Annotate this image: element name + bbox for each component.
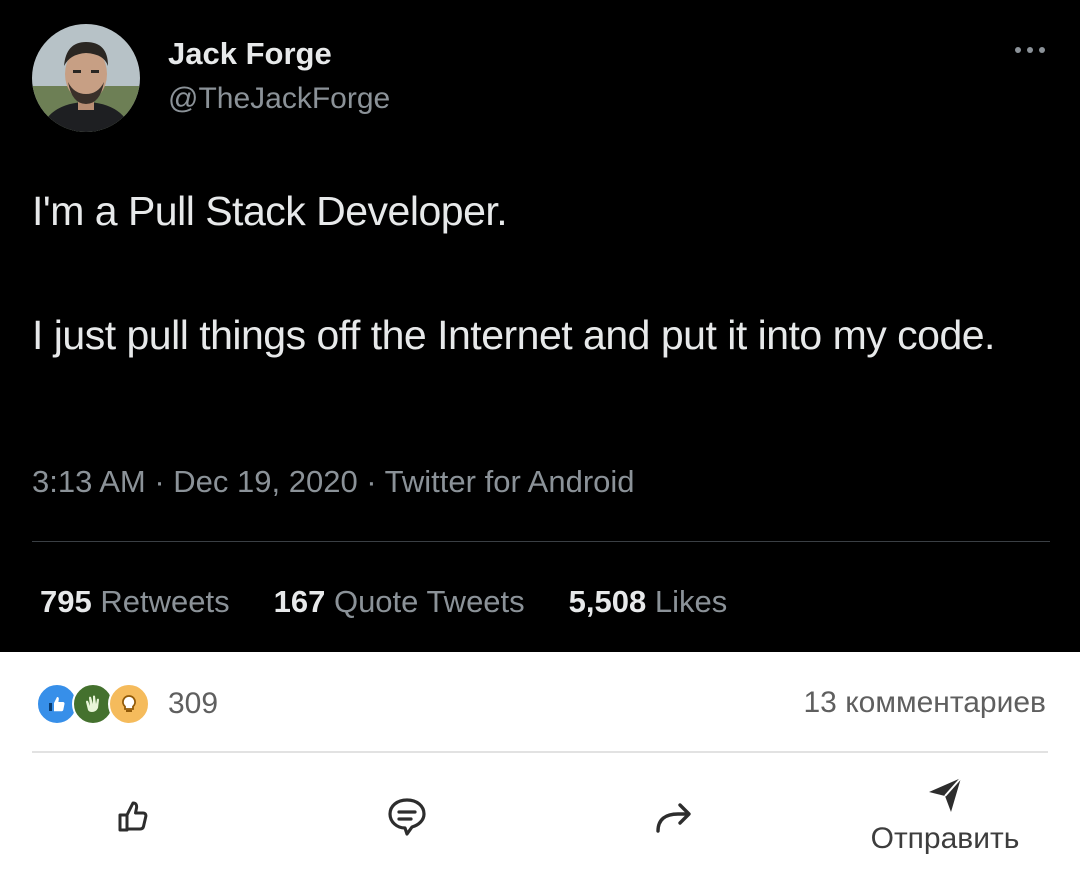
likes-stat[interactable]: 5,508 Likes — [569, 584, 728, 620]
tweet-text-line: I just pull things off the Internet and … — [32, 312, 995, 358]
tweet-stats: 795 Retweets 167 Quote Tweets 5,508 Like… — [40, 584, 727, 620]
comment-button[interactable] — [385, 795, 429, 839]
tweet-meta: 3:13 AM · Dec 19, 2020 · Twitter for And… — [32, 464, 635, 499]
divider — [32, 751, 1048, 753]
author-name[interactable]: Jack Forge — [168, 36, 332, 72]
comment-icon — [388, 798, 426, 836]
quotes-stat[interactable]: 167 Quote Tweets — [274, 584, 525, 620]
comments-count[interactable]: 13 комментариев — [803, 686, 1046, 720]
reactions-count: 309 — [168, 687, 219, 720]
ellipsis-icon[interactable] — [1008, 28, 1052, 72]
share-button[interactable] — [652, 797, 696, 837]
thumbs-up-icon — [118, 801, 148, 832]
insightful-reaction-icon — [108, 683, 150, 725]
send-button[interactable]: Отправить — [862, 772, 1028, 856]
author-handle[interactable]: @TheJackForge — [168, 82, 390, 116]
share-arrow-icon — [656, 803, 691, 833]
tweet-card: Jack Forge @TheJackForge I'm a Pull Stac… — [0, 0, 1080, 652]
like-button[interactable] — [112, 795, 154, 837]
author-avatar[interactable] — [32, 24, 140, 132]
tweet-text-line: I'm a Pull Stack Developer. — [32, 188, 508, 234]
reactions-summary[interactable]: 309 — [36, 683, 218, 725]
tweet-text: I'm a Pull Stack Developer. I just pull … — [32, 180, 1052, 366]
send-label: Отправить — [870, 822, 1020, 855]
retweets-stat[interactable]: 795 Retweets — [40, 584, 230, 620]
send-icon — [929, 777, 962, 812]
divider — [32, 541, 1050, 542]
